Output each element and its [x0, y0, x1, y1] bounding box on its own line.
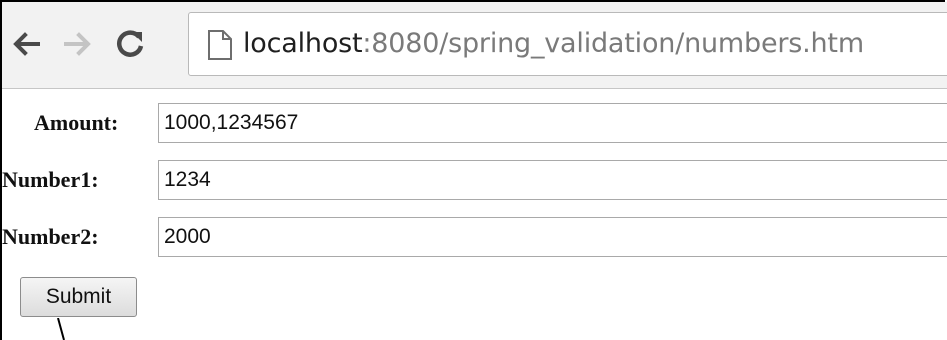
- reload-icon[interactable]: [112, 26, 148, 62]
- annotation-line: [40, 318, 80, 340]
- amount-label: Amount:: [34, 110, 119, 135]
- page-icon: [207, 29, 233, 61]
- number1-label: Number1:: [2, 167, 99, 192]
- number2-input[interactable]: [158, 217, 947, 257]
- address-bar[interactable]: localhost:8080/spring_validation/numbers…: [188, 12, 947, 76]
- address-url[interactable]: localhost:8080/spring_validation/numbers…: [243, 25, 864, 63]
- number1-row: Number1:: [2, 160, 947, 200]
- amount-input[interactable]: [158, 103, 947, 143]
- number2-label: Number2:: [2, 224, 99, 249]
- submit-button[interactable]: Submit: [20, 277, 137, 317]
- url-path: :8080/spring_validation/numbers.htm: [362, 28, 864, 59]
- back-arrow-icon[interactable]: [8, 26, 44, 62]
- browser-toolbar: localhost:8080/spring_validation/numbers…: [2, 2, 947, 89]
- number2-row: Number2:: [2, 217, 947, 257]
- number1-input[interactable]: [158, 160, 947, 200]
- page-content: Amount: Number1: Number2: Submit: [2, 89, 947, 340]
- url-host: localhost: [243, 28, 363, 59]
- forward-arrow-icon[interactable]: [60, 26, 96, 62]
- amount-row: Amount:: [2, 103, 947, 143]
